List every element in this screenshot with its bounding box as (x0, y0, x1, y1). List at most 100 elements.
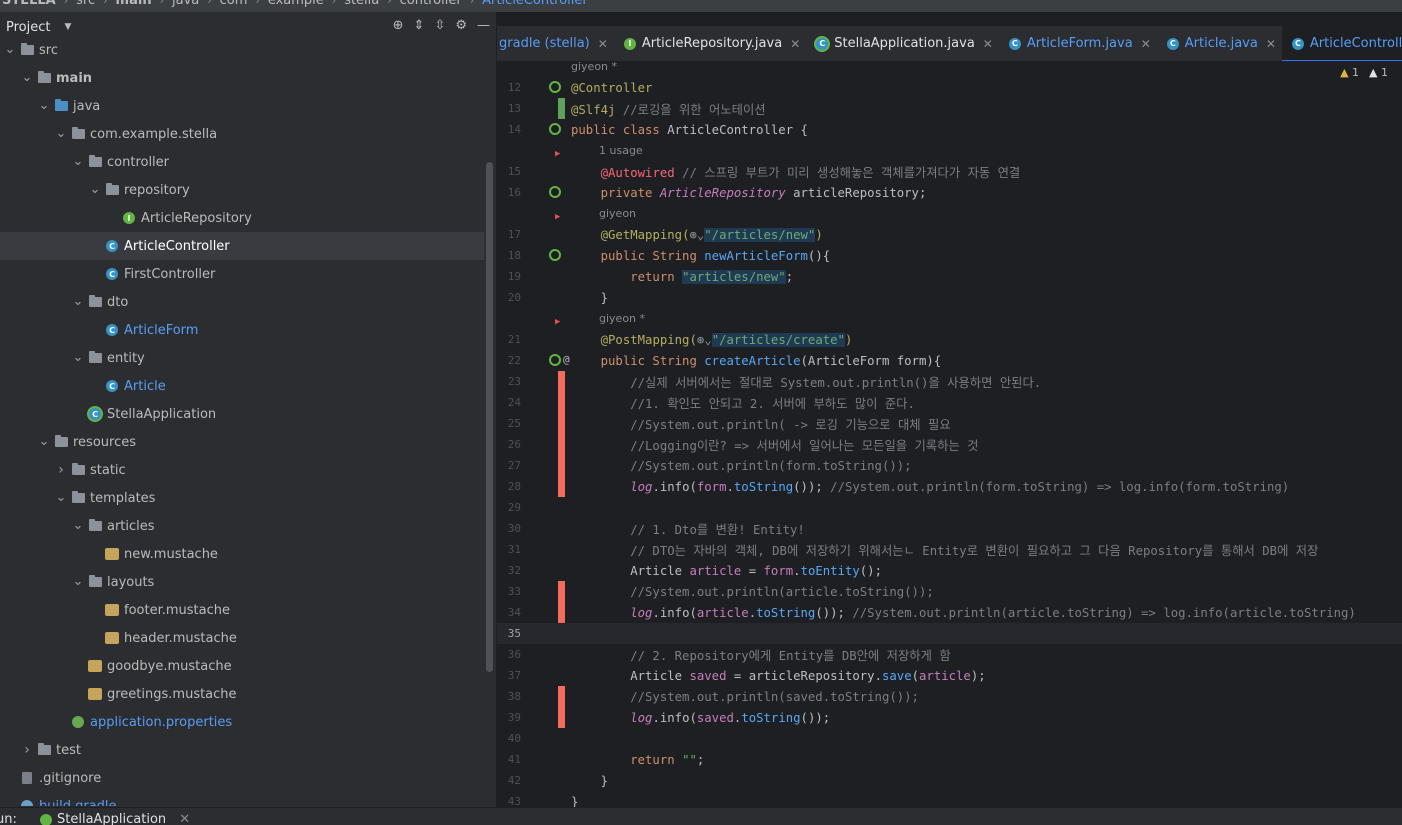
vcs-added-marker[interactable] (558, 98, 565, 119)
close-icon[interactable]: ✕ (179, 812, 190, 825)
chevron-down-icon[interactable]: ⌄ (4, 43, 16, 56)
tree-item[interactable]: footer.mustache (0, 596, 484, 624)
tree-item[interactable]: ⌄ java (0, 92, 484, 120)
chevron-down-icon[interactable]: ⌄ (72, 295, 84, 308)
code-vision-hint[interactable]: giyeon (599, 207, 636, 220)
tree-item[interactable]: ⌄ main (0, 64, 484, 92)
breadcrumb-item[interactable]: controller (392, 0, 470, 8)
editor-tab[interactable]: CArticleController.java✕ (1281, 26, 1402, 61)
chevron-down-icon[interactable]: ⌄ (38, 99, 50, 112)
minimize-icon[interactable]: — (477, 18, 490, 33)
close-icon[interactable]: ✕ (1266, 37, 1276, 51)
editor-tab[interactable]: C StellaApplication.java ✕ (806, 26, 999, 61)
tree-item[interactable]: .gitignore (0, 764, 484, 792)
tree-item[interactable]: C Article (0, 372, 484, 400)
editor-tab[interactable]: C ArticleForm.java ✕ (999, 26, 1157, 61)
breadcrumb-item[interactable]: java (164, 0, 207, 8)
breadcrumb-item[interactable]: main (108, 0, 160, 8)
url-globe-icon[interactable]: ⊛⌄ (697, 333, 712, 347)
tree-item[interactable]: header.mustache (0, 624, 484, 652)
code-vision-hint[interactable]: giyeon * (571, 62, 617, 73)
tree-item[interactable]: C FirstController (0, 260, 484, 288)
expand-all-icon[interactable]: ⇕ (414, 18, 425, 33)
tree-item[interactable]: ⌄ articles (0, 512, 484, 540)
vcs-modified-marker[interactable] (558, 581, 565, 623)
spring-bean-icon[interactable] (549, 249, 561, 261)
tree-item[interactable]: C ArticleForm (0, 316, 484, 344)
vcs-modified-marker[interactable] (558, 371, 565, 497)
editor-tab-label: gradle (stella) (499, 36, 590, 51)
vcs-deleted-marker[interactable]: ▶ (555, 317, 560, 327)
chevron-down-icon[interactable]: ⌄ (72, 575, 84, 588)
tree-item[interactable]: C ArticleController (0, 232, 484, 260)
tree-item[interactable]: ⌄ layouts (0, 568, 484, 596)
chevron-down-icon[interactable]: ⌄ (72, 519, 84, 532)
tree-item[interactable]: new.mustache (0, 540, 484, 568)
tree-item[interactable]: application.properties (0, 708, 484, 736)
breadcrumb-project[interactable]: STELLA (0, 0, 64, 8)
tree-item[interactable]: ⌄ controller (0, 148, 484, 176)
code-vision-hint[interactable]: 1 usage (599, 144, 643, 157)
spring-bean-icon[interactable] (549, 186, 561, 198)
chevron-down-icon[interactable]: ⌄ (72, 155, 84, 168)
tree-item[interactable]: I ArticleRepository (0, 204, 484, 232)
close-icon[interactable]: ✕ (790, 37, 800, 51)
code-token: "" (682, 752, 697, 767)
tree-item[interactable]: › test (0, 736, 484, 764)
breadcrumb-item[interactable]: com (212, 0, 256, 8)
interface-icon: I (122, 212, 136, 224)
gear-icon[interactable]: ⚙ (455, 18, 467, 33)
tree-item[interactable]: ⌄ resources (0, 428, 484, 456)
project-scrollbar[interactable] (486, 162, 493, 672)
gutter-icons (521, 749, 571, 770)
close-icon[interactable]: ✕ (1141, 37, 1151, 51)
tree-item[interactable]: build.gradle (0, 792, 484, 806)
tree-item[interactable]: › static (0, 456, 484, 484)
chevron-down-icon[interactable]: ⌄ (55, 491, 67, 504)
run-config-tab[interactable]: StellaApplication ✕ (40, 812, 190, 825)
url-globe-icon[interactable]: ⊛⌄ (689, 228, 704, 242)
editor-tab[interactable]: I ArticleRepository.java ✕ (614, 26, 806, 61)
spring-bean-icon[interactable] (549, 354, 561, 366)
code-token: log (630, 479, 653, 494)
chevron-down-icon[interactable]: ⌄ (89, 183, 101, 196)
tree-item[interactable]: goodbye.mustache (0, 652, 484, 680)
code-token: //System.out.println(article.toString) =… (852, 605, 1356, 620)
vcs-deleted-marker[interactable]: ▶ (555, 149, 560, 159)
chevron-right-icon[interactable]: › (55, 463, 67, 477)
tree-item[interactable]: ⌄ dto (0, 288, 484, 316)
tree-item[interactable]: ⌄ entity (0, 344, 484, 372)
chevron-down-icon[interactable]: ⌄ (55, 127, 67, 140)
editor-tab[interactable]: C Article.java ✕ (1157, 26, 1282, 61)
tree-item[interactable]: ⌄ repository (0, 176, 484, 204)
spring-bean-icon[interactable] (549, 123, 561, 135)
breadcrumb-item[interactable]: src (68, 0, 103, 8)
tree-item-label: test (56, 742, 81, 758)
breadcrumb-item[interactable]: example (260, 0, 332, 8)
tree-item[interactable]: ⌄ com.example.stella (0, 120, 484, 148)
breadcrumb-item[interactable]: stella (336, 0, 387, 8)
tree-item[interactable]: C StellaApplication (0, 400, 484, 428)
code-token: articleRepository; (785, 185, 927, 200)
spring-bean-icon[interactable] (549, 81, 561, 93)
tree-item[interactable]: greetings.mustache (0, 680, 484, 708)
chevron-down-icon[interactable]: ▼ (64, 22, 71, 32)
code-vision-hint[interactable]: giyeon * (599, 312, 645, 325)
chevron-down-icon[interactable]: ⌄ (72, 351, 84, 364)
breadcrumb-file[interactable]: ArticleController (474, 0, 596, 8)
collapse-all-icon[interactable]: ⇳ (434, 18, 445, 33)
vcs-deleted-marker[interactable]: ▶ (555, 212, 560, 222)
tree-item[interactable]: ⌄ src (0, 36, 484, 64)
project-panel-title[interactable]: Project (6, 20, 50, 35)
tree-item[interactable]: ⌄ templates (0, 484, 484, 512)
code-area[interactable]: ▲ 1 ▲ 1 giyeon * 1 usage giyeon giyeon * 12 @… (497, 62, 1402, 807)
chevron-down-icon[interactable]: ⌄ (38, 435, 50, 448)
locate-icon[interactable]: ⊕ (393, 18, 404, 33)
close-icon[interactable]: ✕ (983, 37, 993, 51)
chevron-down-icon[interactable]: ⌄ (21, 71, 33, 84)
editor-tab[interactable]: gradle (stella) ✕ (497, 26, 614, 61)
vcs-modified-marker[interactable] (558, 686, 565, 728)
web-endpoint-icon[interactable]: @ (563, 353, 570, 366)
close-icon[interactable]: ✕ (598, 37, 608, 51)
chevron-right-icon[interactable]: › (21, 743, 33, 757)
